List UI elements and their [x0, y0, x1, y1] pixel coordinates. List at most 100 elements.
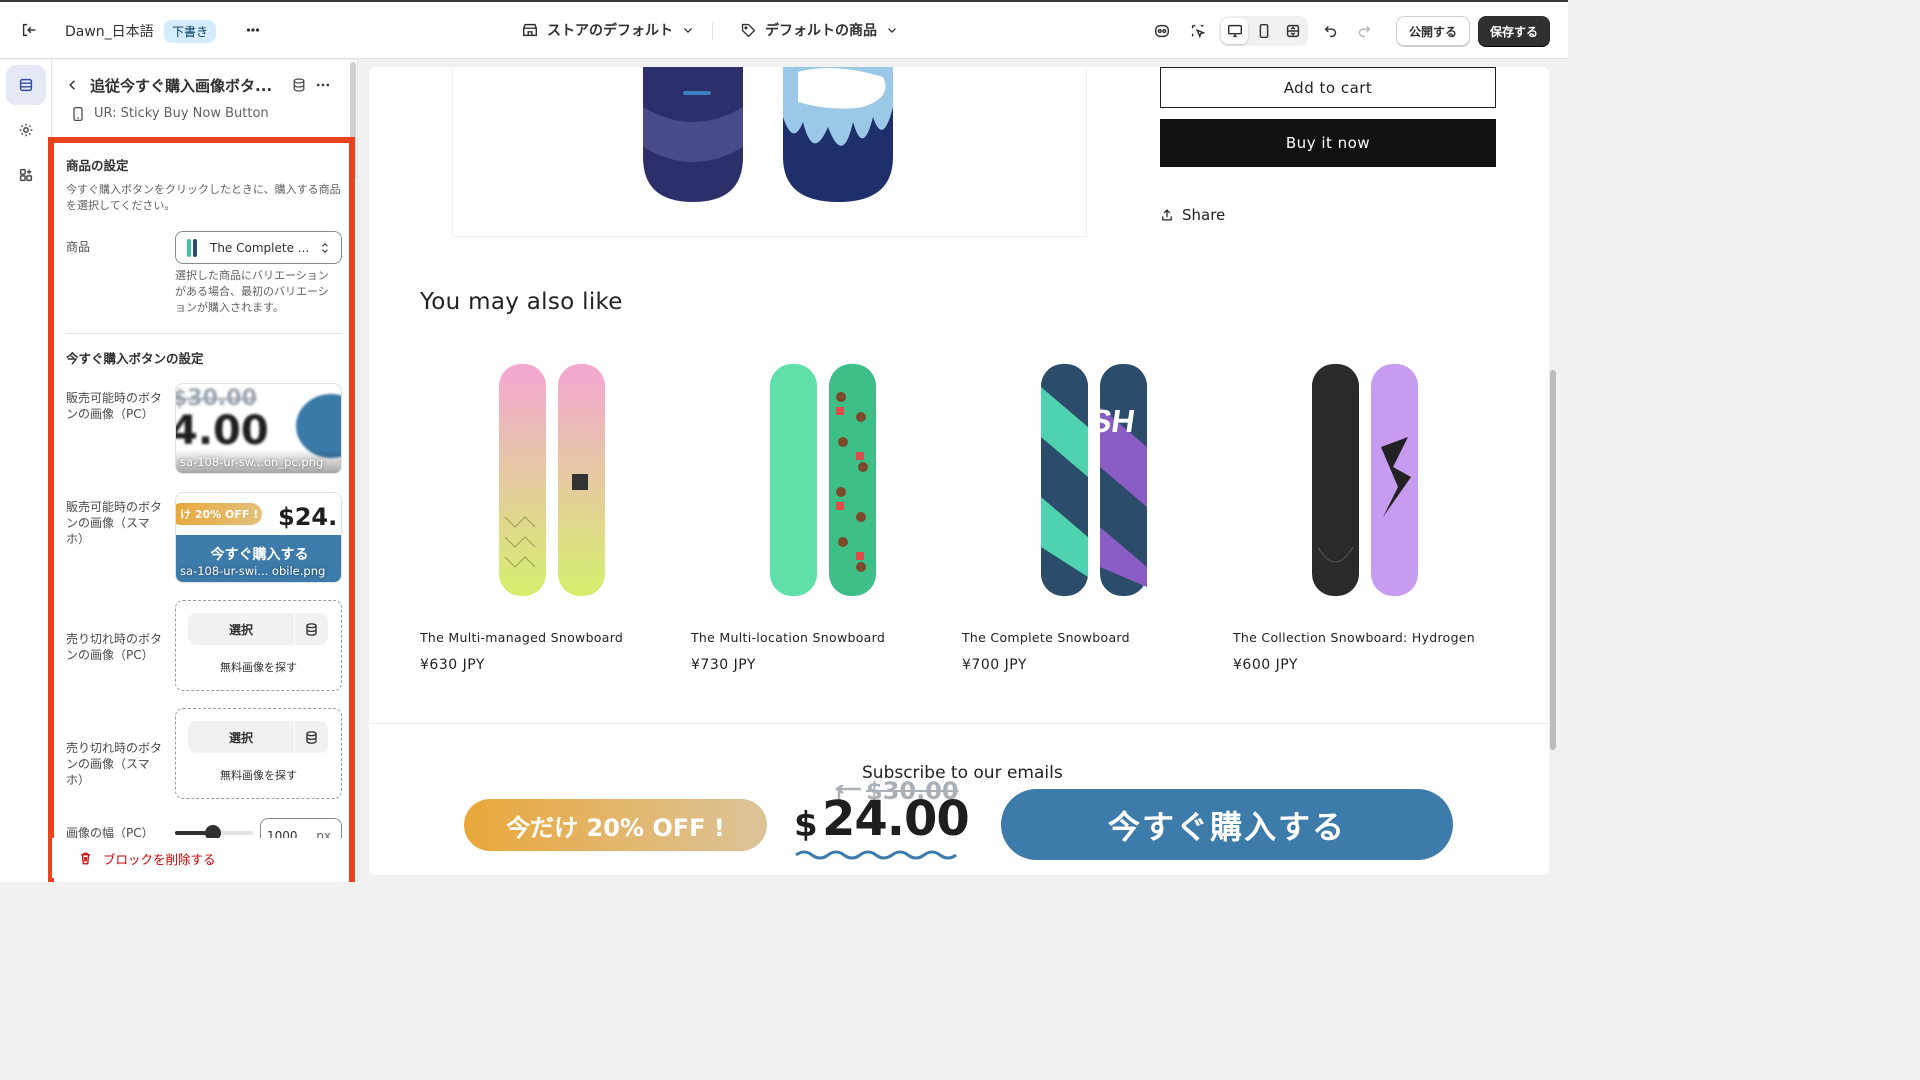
status-badge: 下書き — [164, 20, 217, 43]
product-label: 商品 — [66, 240, 91, 254]
apps-tab[interactable] — [6, 155, 46, 195]
available-sp-filename: sa-108-ur-swi... obile.png — [180, 564, 326, 578]
editor-topbar: Dawn_日本語 下書き ストアのデフォルト デフォルトの商品 公開する 保存す… — [0, 0, 1568, 59]
free-image-link[interactable]: 無料画像を探す — [176, 767, 341, 783]
product-help: 選択した商品にバリエーションがある場合、最初のバリエーションが購入されます。 — [175, 269, 329, 314]
mobile-icon — [70, 105, 86, 127]
thumb-promo: け 20% OFF ! — [176, 503, 262, 525]
available-pc-image[interactable]: $30.00 4.00 sa-108-ur-sw...on_pc.png — [175, 383, 342, 474]
theme-settings-tab[interactable] — [6, 110, 46, 150]
product-picker[interactable]: The Complete ... — [175, 231, 342, 264]
product-card[interactable]: The Collection Snowboard: Hydrogen ¥600 … — [1233, 347, 1475, 673]
store-name: Dawn_日本語 — [65, 24, 154, 40]
width-pc-slider-track[interactable] — [175, 825, 253, 841]
ellipsis-icon — [316, 83, 330, 87]
thumb-sp-cta: 今すぐ購入する — [210, 547, 309, 563]
publish-button[interactable]: 公開する — [1396, 16, 1471, 46]
available-sp-label: 販売可能時のボタンの画像（スマホ） — [66, 500, 163, 546]
database-icon — [293, 78, 305, 92]
product-snowboard-image — [643, 67, 893, 202]
button-settings-heading: 今すぐ購入ボタンの設定 — [66, 351, 204, 366]
expand-icon — [1286, 24, 1299, 38]
product-image — [420, 347, 655, 617]
undo-icon — [1316, 16, 1346, 46]
save-button[interactable]: 保存する — [1478, 16, 1551, 46]
product-price: ¥730 JPY — [691, 657, 756, 673]
panel-more-button[interactable] — [315, 77, 331, 97]
desktop-view-button[interactable] — [1221, 18, 1248, 44]
soldout-sp-dropzone: 選択 無料画像を探す — [175, 708, 342, 799]
back-button[interactable] — [66, 78, 80, 96]
fullwidth-view-button[interactable] — [1279, 18, 1306, 44]
product-title: The Complete Snowboard — [962, 630, 1130, 645]
buy-now-button[interactable]: Buy it now — [1160, 119, 1496, 167]
soldout-sp-select[interactable]: 選択 — [188, 721, 328, 753]
exit-button[interactable] — [14, 15, 44, 45]
ellipsis-icon — [238, 15, 268, 45]
product-card[interactable]: The Multi-location Snowboard ¥730 JPY — [691, 347, 926, 673]
select-button-label: 選択 — [228, 622, 253, 637]
select-button-label: 選択 — [228, 730, 253, 745]
product-title: The Multi-managed Snowboard — [420, 630, 624, 645]
left-rail — [0, 60, 52, 882]
redo-icon — [1349, 16, 1379, 46]
sections-icon — [19, 78, 33, 92]
sticky-buy-now-banner[interactable]: 今だけ 20% OFF ! $30.00 $ 24.00 今すぐ購入する — [369, 777, 1549, 875]
share-label: Share — [1182, 206, 1226, 224]
sidekick-icon — [1147, 16, 1177, 46]
divider — [294, 721, 295, 753]
product-title: The Multi-location Snowboard — [691, 630, 886, 645]
mobile-view-button[interactable] — [1250, 18, 1277, 44]
delete-block-label: ブロックを削除する — [103, 851, 216, 867]
banner-currency: $ — [794, 805, 818, 845]
redo-button[interactable] — [1349, 16, 1379, 46]
preview-scrollbar[interactable] — [1550, 370, 1556, 750]
soldout-pc-dropzone: 選択 無料画像を探す — [175, 600, 342, 691]
desktop-icon — [1227, 24, 1242, 38]
soldout-sp-label: 売り切れ時のボタンの画像（スマホ） — [66, 741, 163, 787]
undo-button[interactable] — [1316, 16, 1346, 46]
free-image-link[interactable]: 無料画像を探す — [176, 659, 341, 675]
section-divider — [369, 723, 1549, 724]
product-image — [691, 347, 926, 617]
available-sp-image[interactable]: け 20% OFF ! $24. 今すぐ購入する sa-108-ur-swi..… — [175, 492, 342, 583]
exit-icon — [14, 15, 44, 45]
banner-cta-button[interactable]: 今すぐ購入する — [1001, 789, 1453, 860]
chevron-left-icon — [69, 80, 75, 90]
viewport-toggle — [1219, 16, 1308, 46]
share-icon — [1162, 209, 1172, 221]
product-image: SH — [962, 347, 1197, 617]
divider — [712, 22, 713, 40]
product-selector-label: デフォルトの商品 — [765, 23, 877, 39]
share-button[interactable]: Share — [1160, 206, 1225, 224]
delete-block-button[interactable]: ブロックを削除する — [52, 838, 348, 878]
sensei-button[interactable] — [1147, 16, 1177, 46]
store-preview: Add to cart Buy it now Share You may als… — [369, 67, 1549, 875]
wave-underline — [795, 850, 957, 860]
product-image — [1233, 347, 1468, 617]
product-picker-value: The Complete ... — [210, 240, 310, 255]
inspector-button[interactable] — [1183, 16, 1213, 46]
soldout-pc-label: 売り切れ時のボタンの画像（PC） — [66, 632, 163, 662]
product-selector[interactable]: デフォルトの商品 — [740, 20, 899, 40]
panel-subtitle: UR: Sticky Buy Now Button — [94, 106, 269, 121]
product-card[interactable]: SH The Complete Snowboard ¥700 JPY — [962, 347, 1197, 673]
soldout-pc-select[interactable]: 選択 — [188, 613, 328, 645]
template-selector[interactable]: ストアのデフォルト — [521, 20, 695, 40]
store-icon — [522, 23, 538, 37]
template-selector-label: ストアのデフォルト — [547, 23, 673, 39]
product-media — [452, 67, 1087, 237]
cursor-select-icon — [1183, 16, 1213, 46]
sections-tab[interactable] — [6, 65, 46, 105]
add-to-cart-button[interactable]: Add to cart — [1160, 67, 1496, 108]
chevron-down-icon — [888, 28, 896, 33]
divider — [294, 613, 295, 645]
banner-price: 24.00 — [822, 791, 970, 847]
thumb-sp-price: $24. — [278, 503, 338, 531]
product-card[interactable]: The Multi-managed Snowboard ¥630 JPY — [420, 347, 655, 673]
gear-icon — [19, 123, 33, 137]
available-pc-label: 販売可能時のボタンの画像（PC） — [66, 391, 163, 421]
more-actions-button[interactable] — [238, 15, 268, 45]
product-settings-help: 今すぐ購入ボタンをクリックしたときに、購入する商品を選択してください。 — [66, 183, 341, 212]
dynamic-source-button[interactable] — [291, 77, 307, 97]
